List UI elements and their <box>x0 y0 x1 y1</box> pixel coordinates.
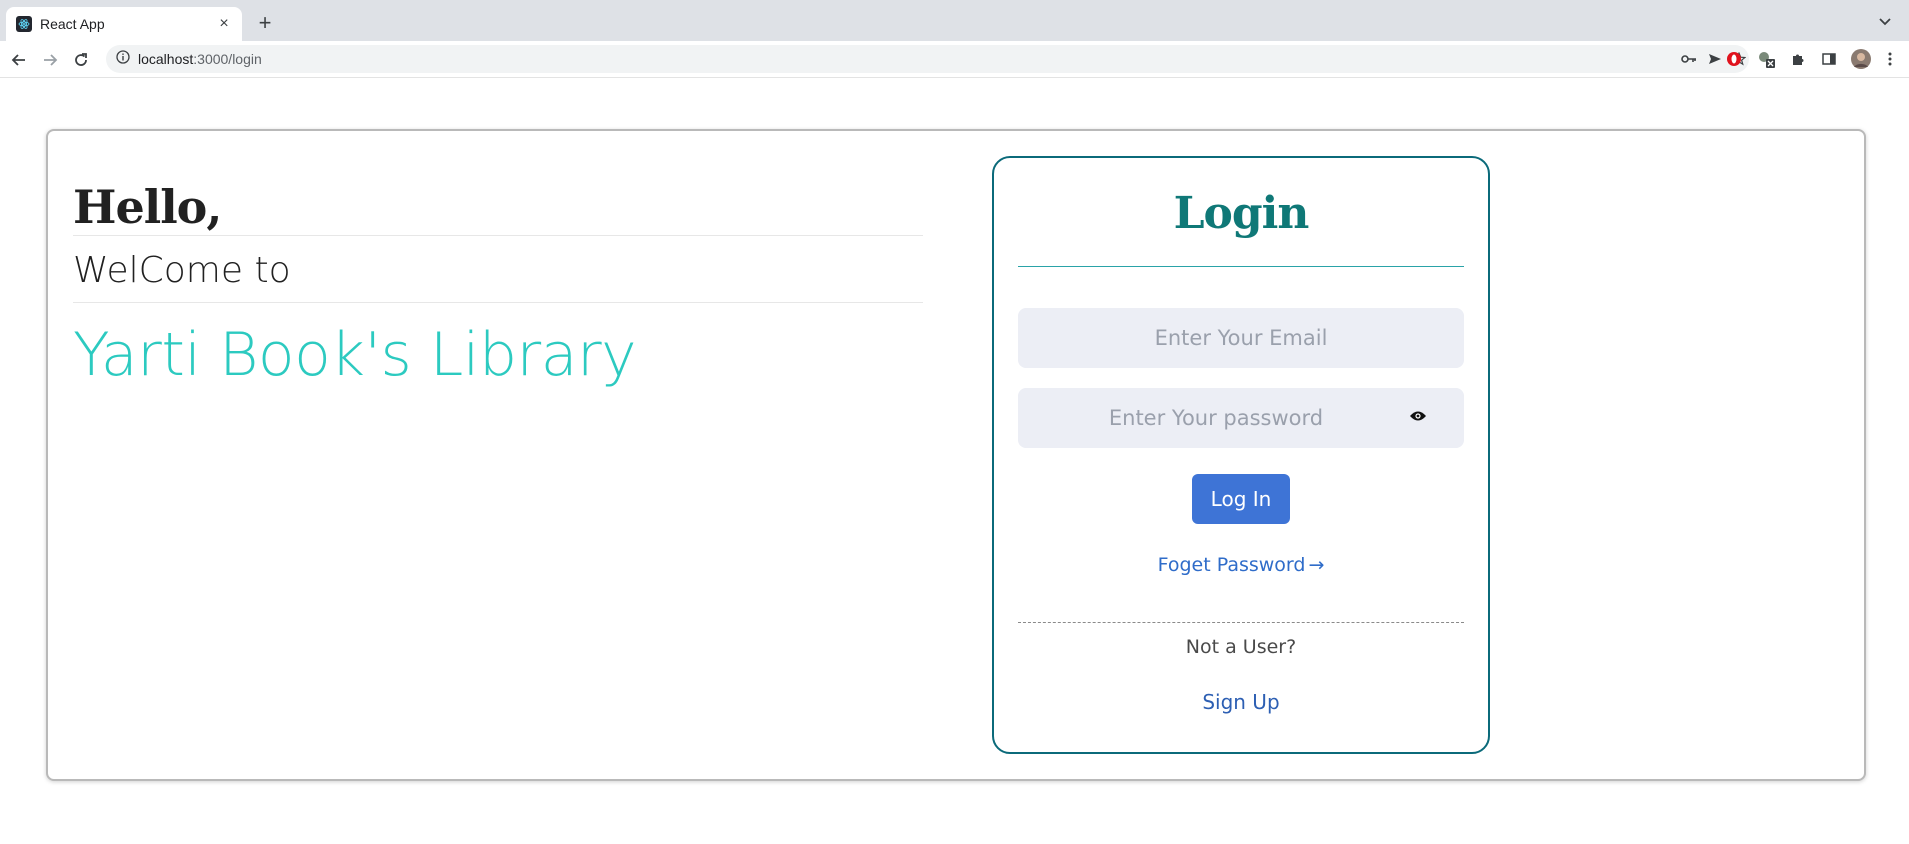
back-arrow-icon[interactable] <box>6 47 32 73</box>
sign-up-link[interactable]: Sign Up <box>994 690 1488 714</box>
login-card: Login Log In Foget Password→ Not a User?… <box>992 156 1490 754</box>
divider <box>73 302 923 303</box>
chevron-down-icon[interactable] <box>1875 12 1895 32</box>
key-icon[interactable] <box>1681 51 1697 67</box>
side-panel-icon[interactable] <box>1820 50 1838 68</box>
forgot-password-label: Foget Password <box>1157 554 1306 576</box>
greeting-heading: Hello, <box>73 180 222 234</box>
browser-toolbar: localhost:3000/login <box>0 41 1909 78</box>
email-field[interactable] <box>1018 308 1464 368</box>
login-divider <box>1018 266 1464 267</box>
forgot-password-link[interactable]: Foget Password → <box>994 554 1488 576</box>
browser-tab[interactable]: React App × <box>6 7 242 41</box>
extension-x-icon[interactable] <box>1757 50 1775 68</box>
not-a-user-text: Not a User? <box>1185 636 1297 658</box>
more-menu-icon[interactable] <box>1886 50 1894 68</box>
eye-icon[interactable] <box>1407 408 1429 424</box>
avatar[interactable] <box>1851 49 1871 69</box>
login-button[interactable]: Log In <box>1192 474 1290 524</box>
login-title: Login <box>1173 188 1310 239</box>
library-title: Yarti Book's Library <box>73 320 637 390</box>
password-field[interactable] <box>1018 388 1464 448</box>
browser-tab-bar: React App × + <box>0 0 1909 41</box>
forward-arrow-icon[interactable] <box>37 47 63 73</box>
close-tab-icon[interactable]: × <box>214 14 234 34</box>
info-icon[interactable] <box>116 49 130 69</box>
welcome-text: WelCome to <box>73 250 291 291</box>
new-tab-button[interactable]: + <box>253 10 277 35</box>
divider <box>73 235 923 236</box>
tab-title: React App <box>40 16 105 32</box>
puzzle-icon[interactable] <box>1789 50 1807 68</box>
page-container <box>46 129 1866 781</box>
address-bar[interactable]: localhost:3000/login <box>106 45 1749 73</box>
reload-icon[interactable] <box>68 47 94 73</box>
dashed-divider <box>1018 622 1464 623</box>
url-path: :3000/login <box>193 51 262 67</box>
opera-extension-icon[interactable] <box>1725 50 1743 68</box>
arrow-right-icon: → <box>1308 554 1325 576</box>
react-icon <box>16 16 32 32</box>
url-host: localhost <box>138 51 194 67</box>
send-icon[interactable] <box>1707 51 1723 67</box>
